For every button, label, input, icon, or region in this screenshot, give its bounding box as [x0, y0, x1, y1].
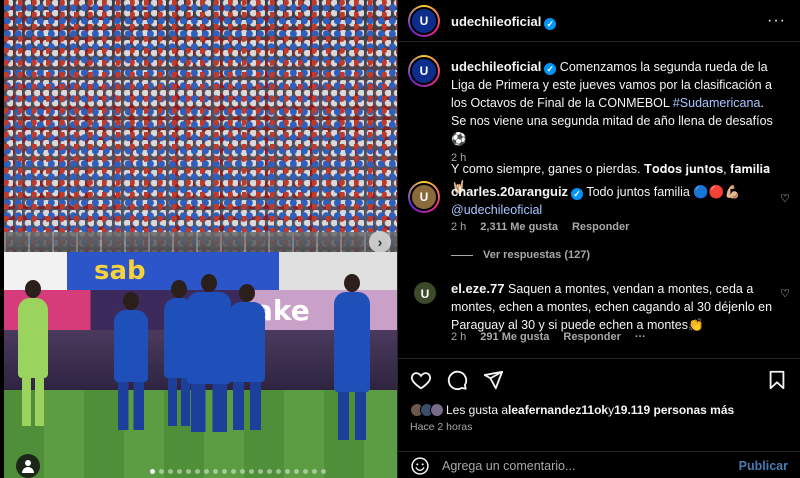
liker-avatars	[410, 403, 444, 417]
comment-time[interactable]: 2 h	[451, 331, 466, 343]
post-caption: udechileoficial ✓ Comenzamos la segunda r…	[451, 59, 773, 194]
action-bar	[410, 369, 504, 391]
player-figure	[229, 284, 265, 430]
comment-text: Todo juntos familia 🔵🔴💪🏼	[586, 185, 741, 199]
liker-username[interactable]: leafernandez11ok	[508, 403, 608, 417]
post-date[interactable]: Hace 2 horas	[410, 421, 472, 433]
comment-likes[interactable]: 2,311 Me gusta	[480, 221, 558, 233]
share-paper-plane-icon[interactable]	[482, 369, 504, 391]
player-figure	[114, 292, 148, 430]
caption-meta: 2 h	[451, 152, 466, 164]
header-username[interactable]: udechileoficial	[451, 14, 541, 29]
comment-like-heart-icon[interactable]: ♡	[780, 192, 790, 205]
comment-item: el.eze.77 Saquen a montes, vendan a mont…	[451, 280, 776, 334]
stadium-railing	[4, 232, 397, 252]
view-replies-button[interactable]: Ver respuestas (127)	[451, 249, 590, 261]
commenter-avatar[interactable]	[412, 280, 438, 306]
more-options-icon[interactable]: ···	[767, 12, 786, 30]
player-figure	[334, 274, 370, 440]
hashtag-link[interactable]: #Sudamericana	[673, 96, 761, 110]
comment-username[interactable]: charles.20aranguiz	[451, 184, 568, 199]
mention-link[interactable]: @udechileoficial	[451, 203, 542, 217]
caption-text-line2: Se nos viene una segunda mitad de año ll…	[451, 114, 773, 146]
comment-input[interactable]	[442, 458, 739, 473]
comment-time[interactable]: 2 h	[451, 221, 466, 233]
caption-time[interactable]: 2 h	[451, 152, 466, 164]
likes-count[interactable]: 19.119 personas más	[614, 403, 734, 417]
post-image[interactable]: sab ake ›	[4, 0, 397, 478]
verified-badge-icon: ✓	[544, 63, 557, 75]
commenter-avatar[interactable]	[408, 181, 440, 213]
account-avatar[interactable]	[408, 5, 440, 37]
caption-avatar[interactable]	[408, 55, 440, 87]
next-image-button[interactable]: ›	[369, 231, 391, 253]
comment-item: charles.20aranguiz ✓ Todo juntos familia …	[451, 183, 776, 219]
post-footer: Les gusta a leafernandez11ok y 19.119 pe…	[398, 358, 800, 478]
player-figure	[187, 274, 231, 432]
crowd-background	[4, 0, 397, 255]
likes-summary: Les gusta a leafernandez11ok y 19.119 pe…	[410, 403, 734, 417]
comment-like-heart-icon[interactable]: ♡	[780, 287, 790, 300]
publish-button[interactable]: Publicar	[739, 459, 788, 473]
comment-meta: 2 h 2,311 Me gusta Responder	[451, 221, 629, 233]
comment-more-icon[interactable]: ···	[635, 331, 646, 343]
save-bookmark-icon[interactable]	[766, 369, 788, 391]
comment-bubble-icon[interactable]	[446, 369, 468, 391]
goalkeeper-figure	[18, 280, 48, 426]
reply-button[interactable]: Responder	[572, 221, 629, 233]
comment-username[interactable]: el.eze.77	[451, 281, 505, 296]
reply-button[interactable]: Responder	[563, 331, 620, 343]
verified-badge-icon: ✓	[544, 18, 557, 30]
carousel-indicator	[150, 469, 326, 474]
tagged-users-icon[interactable]	[16, 454, 40, 478]
like-heart-icon[interactable]	[410, 369, 432, 391]
add-comment-bar: Publicar	[398, 451, 800, 478]
post-sidebar: udechileoficial✓ ··· udechileoficial✓ Co…	[397, 0, 800, 478]
comment-meta: 2 h 291 Me gusta Responder ···	[451, 331, 646, 343]
verified-badge-icon: ✓	[571, 188, 584, 200]
caption-username[interactable]: udechileoficial	[451, 59, 541, 74]
comment-likes[interactable]: 291 Me gusta	[480, 331, 549, 343]
emoji-smiley-icon[interactable]	[410, 456, 430, 476]
post-header: udechileoficial✓ ···	[398, 0, 800, 42]
